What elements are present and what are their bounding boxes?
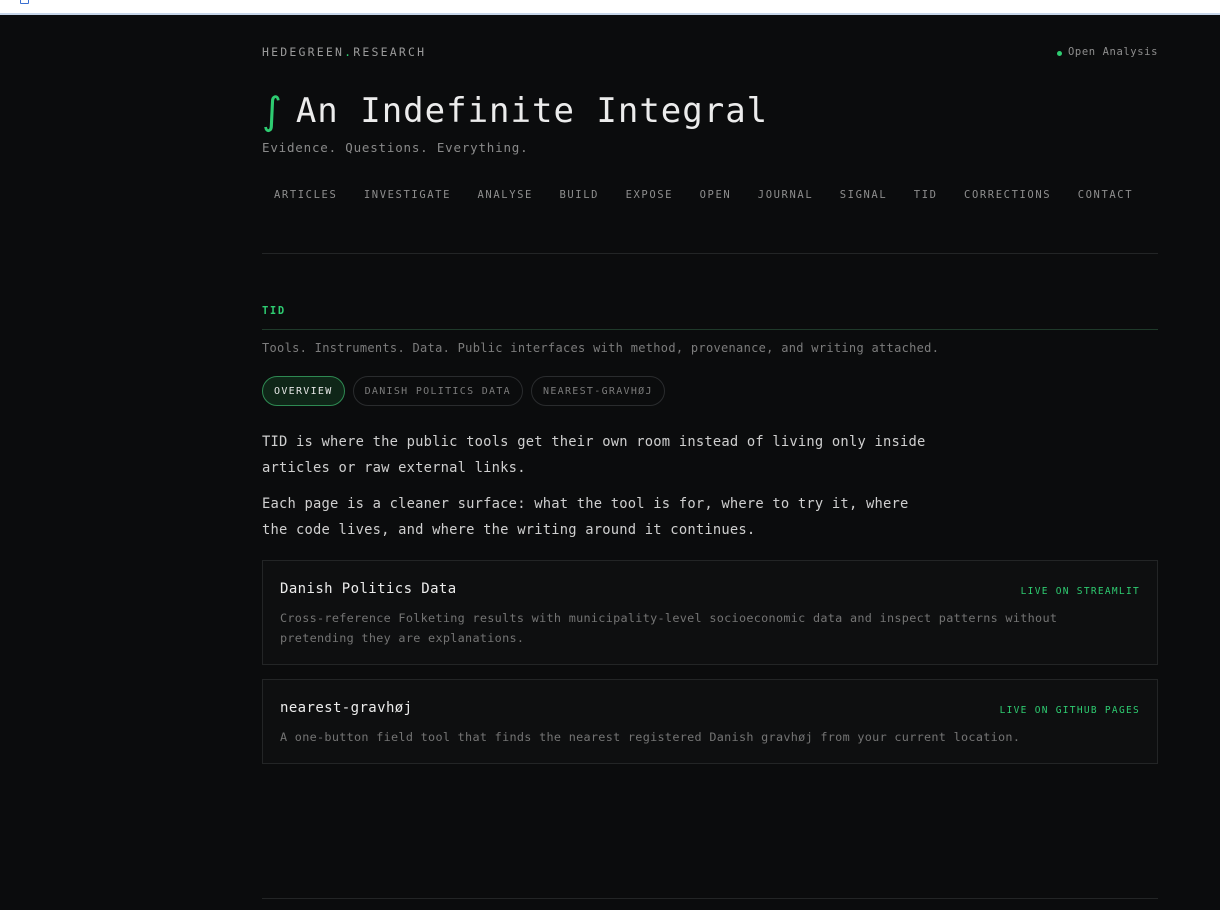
nav-item-build[interactable]: BUILD — [559, 189, 599, 201]
browser-top-bar — [0, 0, 1220, 15]
header-divider — [262, 253, 1158, 254]
section-label: TID — [262, 305, 286, 317]
footer-divider — [262, 898, 1158, 899]
tool-card-title[interactable]: nearest-gravhøj — [280, 700, 412, 716]
tool-card-danish-politics-data[interactable]: Danish Politics Data LIVE ON STREAMLIT C… — [262, 560, 1158, 665]
tool-card-nearest-gravhoj[interactable]: nearest-gravhøj LIVE ON GITHUB PAGES A o… — [262, 679, 1158, 764]
nav-item-corrections[interactable]: CORRECTIONS — [964, 189, 1051, 201]
tool-card-badge[interactable]: LIVE ON STREAMLIT — [1021, 586, 1140, 597]
tab-nearest-gravhoj[interactable]: NEAREST-GRAVHØJ — [531, 376, 665, 406]
tool-card-description: Cross-reference Folketing results with m… — [280, 611, 1058, 645]
section-divider — [262, 329, 1158, 330]
nav-item-investigate[interactable]: INVESTIGATE — [364, 189, 451, 201]
status-label: Open Analysis — [1068, 46, 1158, 58]
intro-paragraph-1: TID is where the public tools get their … — [262, 434, 926, 476]
nav-item-expose[interactable]: EXPOSE — [626, 189, 674, 201]
tab-danish-politics-data[interactable]: DANISH POLITICS DATA — [352, 376, 523, 406]
main-nav: ARTICLES INVESTIGATE ANALYSE BUILD EXPOS… — [274, 189, 1160, 201]
integral-icon: ∫ — [262, 89, 282, 133]
site-title[interactable]: An Indefinite Integral — [296, 88, 768, 134]
intro-paragraph-2: Each page is a cleaner surface: what the… — [262, 496, 909, 538]
status-dot-icon — [1057, 51, 1063, 56]
site-title-row: ∫ An Indefinite Integral — [262, 88, 768, 134]
page-icon — [20, 0, 29, 4]
tab-overview[interactable]: OVERVIEW — [262, 376, 345, 406]
section-description: Tools. Instruments. Data. Public interfa… — [262, 341, 940, 355]
nav-item-analyse[interactable]: ANALYSE — [478, 189, 533, 201]
brand-prefix: HEDEGREEN — [262, 45, 345, 59]
nav-item-signal[interactable]: SIGNAL — [840, 189, 888, 201]
nav-item-journal[interactable]: JOURNAL — [758, 189, 813, 201]
tool-card-title[interactable]: Danish Politics Data — [280, 581, 457, 597]
site-tagline: Evidence. Questions. Everything. — [262, 140, 529, 155]
nav-item-articles[interactable]: ARTICLES — [274, 189, 337, 201]
nav-item-tid[interactable]: TID — [914, 189, 938, 201]
site-brand[interactable]: HEDEGREEN.RESEARCH — [262, 45, 426, 59]
brand-dot: . — [344, 45, 354, 59]
tool-card-description: A one-button field tool that finds the n… — [280, 730, 1021, 744]
nav-item-open[interactable]: OPEN — [700, 189, 732, 201]
sub-tabs: OVERVIEW DANISH POLITICS DATA NEAREST-GR… — [262, 376, 673, 406]
brand-suffix: RESEARCH — [353, 45, 427, 59]
nav-item-contact[interactable]: CONTACT — [1078, 189, 1133, 201]
tool-card-badge[interactable]: LIVE ON GITHUB PAGES — [1000, 705, 1140, 716]
status-indicator: Open Analysis — [1057, 46, 1158, 58]
